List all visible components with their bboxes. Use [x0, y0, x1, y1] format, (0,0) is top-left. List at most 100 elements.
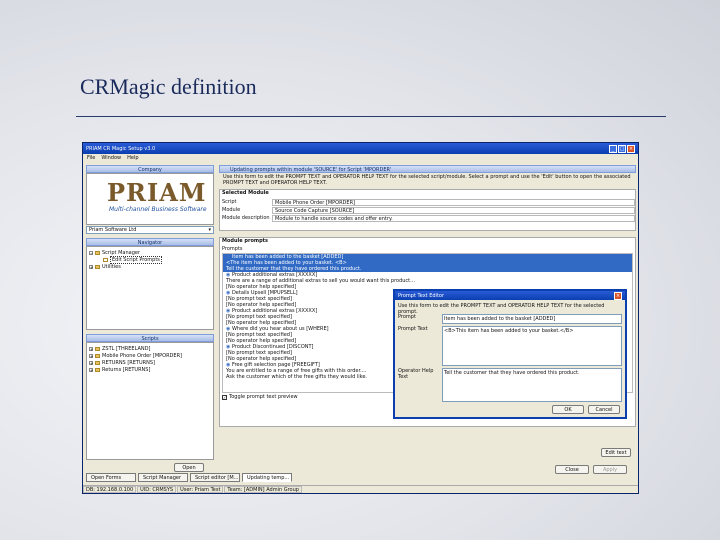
- module-description-label: Module description: [222, 215, 270, 221]
- dialog-prompt-label: Prompt: [398, 314, 416, 320]
- script-label: ZSTL [THREELAND]: [102, 345, 151, 352]
- title-rule: [76, 116, 666, 117]
- tree-item-label: Utilities: [102, 263, 121, 270]
- folder-icon: [95, 367, 100, 372]
- logo-sub: Multi-channel Business Software: [109, 206, 207, 213]
- dialog-controls: ×: [614, 291, 622, 300]
- company-logo: PRIAM Multi-channel Business Software: [86, 173, 214, 225]
- script-label: Mobile Phone Order [MPORDER]: [102, 352, 182, 359]
- module-description-field: Module to handle source codes and offer …: [272, 214, 635, 222]
- dialog-prompt-text-row: Prompt Text <B>This item has been added …: [398, 326, 622, 366]
- script-field-row: Script Mobile Phone Order [MPORDER]: [220, 198, 635, 206]
- apply-button[interactable]: Apply: [593, 465, 627, 474]
- tab-updating-temp[interactable]: Updating temp...: [242, 473, 292, 482]
- script-field: Mobile Phone Order [MPORDER]: [272, 198, 635, 206]
- prompts-label: Prompts: [222, 246, 243, 252]
- dialog-prompt-text-input[interactable]: <B>This item has been added to your bask…: [442, 326, 622, 366]
- dialog-prompt-text-label: Prompt Text: [398, 326, 428, 332]
- window-titlebar[interactable]: PRIAM CR Magic Setup v3.0 _ □ ×: [83, 143, 638, 154]
- left-pane: Company PRIAM Multi-channel Business Sof…: [86, 165, 214, 483]
- expand-icon[interactable]: −: [89, 250, 93, 255]
- script-item[interactable]: + ZSTL [THREELAND]: [89, 345, 211, 352]
- document-icon: [103, 257, 108, 262]
- cancel-button[interactable]: Cancel: [588, 405, 620, 414]
- menu-help[interactable]: Help: [127, 155, 138, 161]
- dialog-title: Prompt Text Editor: [398, 292, 445, 299]
- company-select[interactable]: Priam Software Ltd ▾: [86, 226, 214, 234]
- navigator-header: Navigator: [86, 238, 214, 246]
- folder-icon: [95, 360, 100, 365]
- module-label: Module: [222, 207, 241, 213]
- dialog-instructions: Use this form to edit the PROMPT TEXT an…: [398, 303, 605, 315]
- selected-module-header: Selected Module: [222, 190, 269, 196]
- updating-prompts-header: Updating prompts within module 'SOURCE' …: [219, 165, 636, 173]
- module-field: Source Code Capture [SOURCE]: [272, 206, 635, 214]
- dialog-help-label: Operator Help Text: [398, 368, 434, 380]
- tab-open-forms[interactable]: Open Forms: [86, 473, 136, 482]
- status-db: DB: 192.168.0.100: [83, 486, 137, 493]
- folder-icon: [95, 264, 100, 269]
- tab-script-editor[interactable]: Script editor [M...: [190, 473, 240, 482]
- script-item[interactable]: + RETURNS [RETURNS]: [89, 359, 211, 366]
- expand-icon[interactable]: +: [89, 353, 93, 358]
- folder-icon: [95, 353, 100, 358]
- close-icon[interactable]: ×: [627, 144, 635, 153]
- module-field-row: Module Source Code Capture [SOURCE]: [220, 206, 635, 214]
- close-icon[interactable]: ×: [614, 291, 622, 300]
- expand-icon[interactable]: +: [89, 264, 93, 269]
- status-team: Team: [ADMIN] Admin Group: [224, 486, 302, 493]
- company-select-value: Priam Software Ltd: [89, 227, 137, 233]
- edit-text-button[interactable]: Edit text: [601, 448, 631, 457]
- script-label: Script: [222, 199, 237, 205]
- status-bar: DB: 192.168.0.100 UID: CRMSYS User: Pria…: [83, 485, 638, 493]
- script-item[interactable]: + Returns [RETURNS]: [89, 366, 211, 373]
- menu-window[interactable]: Window: [101, 155, 121, 161]
- script-label: Returns [RETURNS]: [102, 366, 151, 373]
- tree-item-label: Edit Script Prompts: [110, 255, 162, 264]
- open-button[interactable]: Open: [174, 463, 204, 472]
- script-label: RETURNS [RETURNS]: [102, 359, 155, 366]
- prompt-text-editor-dialog: Prompt Text Editor × Use this form to ed…: [393, 289, 627, 419]
- status-uid: UID: CRMSYS: [137, 486, 177, 493]
- expand-icon[interactable]: +: [89, 360, 93, 365]
- logo-main: PRIAM: [107, 178, 207, 207]
- dialog-buttons: OK Cancel: [400, 405, 620, 414]
- ok-button[interactable]: OK: [552, 405, 584, 414]
- menu-file[interactable]: File: [87, 155, 95, 161]
- window-title: PRIAM CR Magic Setup v3.0: [86, 145, 156, 152]
- tree-item[interactable]: Edit Script Prompts: [89, 255, 211, 264]
- script-item[interactable]: + Mobile Phone Order [MPORDER]: [89, 352, 211, 359]
- dialog-help-row: Operator Help Text Tell the customer tha…: [398, 368, 622, 402]
- toggle-preview-label: Toggle prompt text preview: [229, 394, 298, 400]
- close-button[interactable]: Close: [555, 465, 589, 474]
- scripts-header: Scripts: [86, 334, 214, 342]
- company-header: Company: [86, 165, 214, 173]
- expand-icon[interactable]: +: [89, 346, 93, 351]
- tab-script-manager[interactable]: Script Manager: [138, 473, 188, 482]
- dialog-titlebar[interactable]: Prompt Text Editor ×: [395, 291, 625, 300]
- status-user: User: Priam Test: [177, 486, 224, 493]
- module-description-row: Module description Module to handle sourc…: [220, 214, 635, 222]
- dialog-help-input[interactable]: Tell the customer that they have ordered…: [442, 368, 622, 402]
- app-window: PRIAM CR Magic Setup v3.0 _ □ × File Win…: [82, 142, 639, 494]
- footer-buttons: Close Apply: [555, 465, 627, 474]
- navigator-tree: − Script Manager Edit Script Prompts + U…: [86, 246, 214, 330]
- window-tabs: Open Forms Script Manager Script editor …: [86, 473, 292, 482]
- window-controls: _ □ ×: [609, 144, 635, 153]
- scripts-tree: + ZSTL [THREELAND] + Mobile Phone Order [M…: [86, 342, 214, 460]
- expand-icon[interactable]: +: [89, 367, 93, 372]
- slide-title: CRMagic definition: [80, 74, 257, 99]
- toggle-preview-checkbox[interactable]: ✓: [222, 394, 227, 400]
- minimize-icon[interactable]: _: [609, 144, 617, 153]
- menu-bar: File Window Help: [83, 154, 638, 162]
- dialog-prompt-row: Prompt Item has been added to the basket…: [398, 314, 622, 324]
- folder-icon: [95, 250, 100, 255]
- folder-icon: [95, 346, 100, 351]
- chevron-down-icon[interactable]: ▾: [208, 227, 211, 233]
- instructions-text: Use this form to edit the PROMPT TEXT an…: [223, 174, 631, 186]
- tree-item[interactable]: + Utilities: [89, 263, 211, 270]
- maximize-icon[interactable]: □: [618, 144, 626, 153]
- selected-module-group: Selected Module Script Mobile Phone Order…: [219, 189, 636, 231]
- module-prompts-header: Module prompts: [222, 238, 269, 244]
- dialog-prompt-field: Item has been added to the basket [ADDED…: [442, 314, 622, 324]
